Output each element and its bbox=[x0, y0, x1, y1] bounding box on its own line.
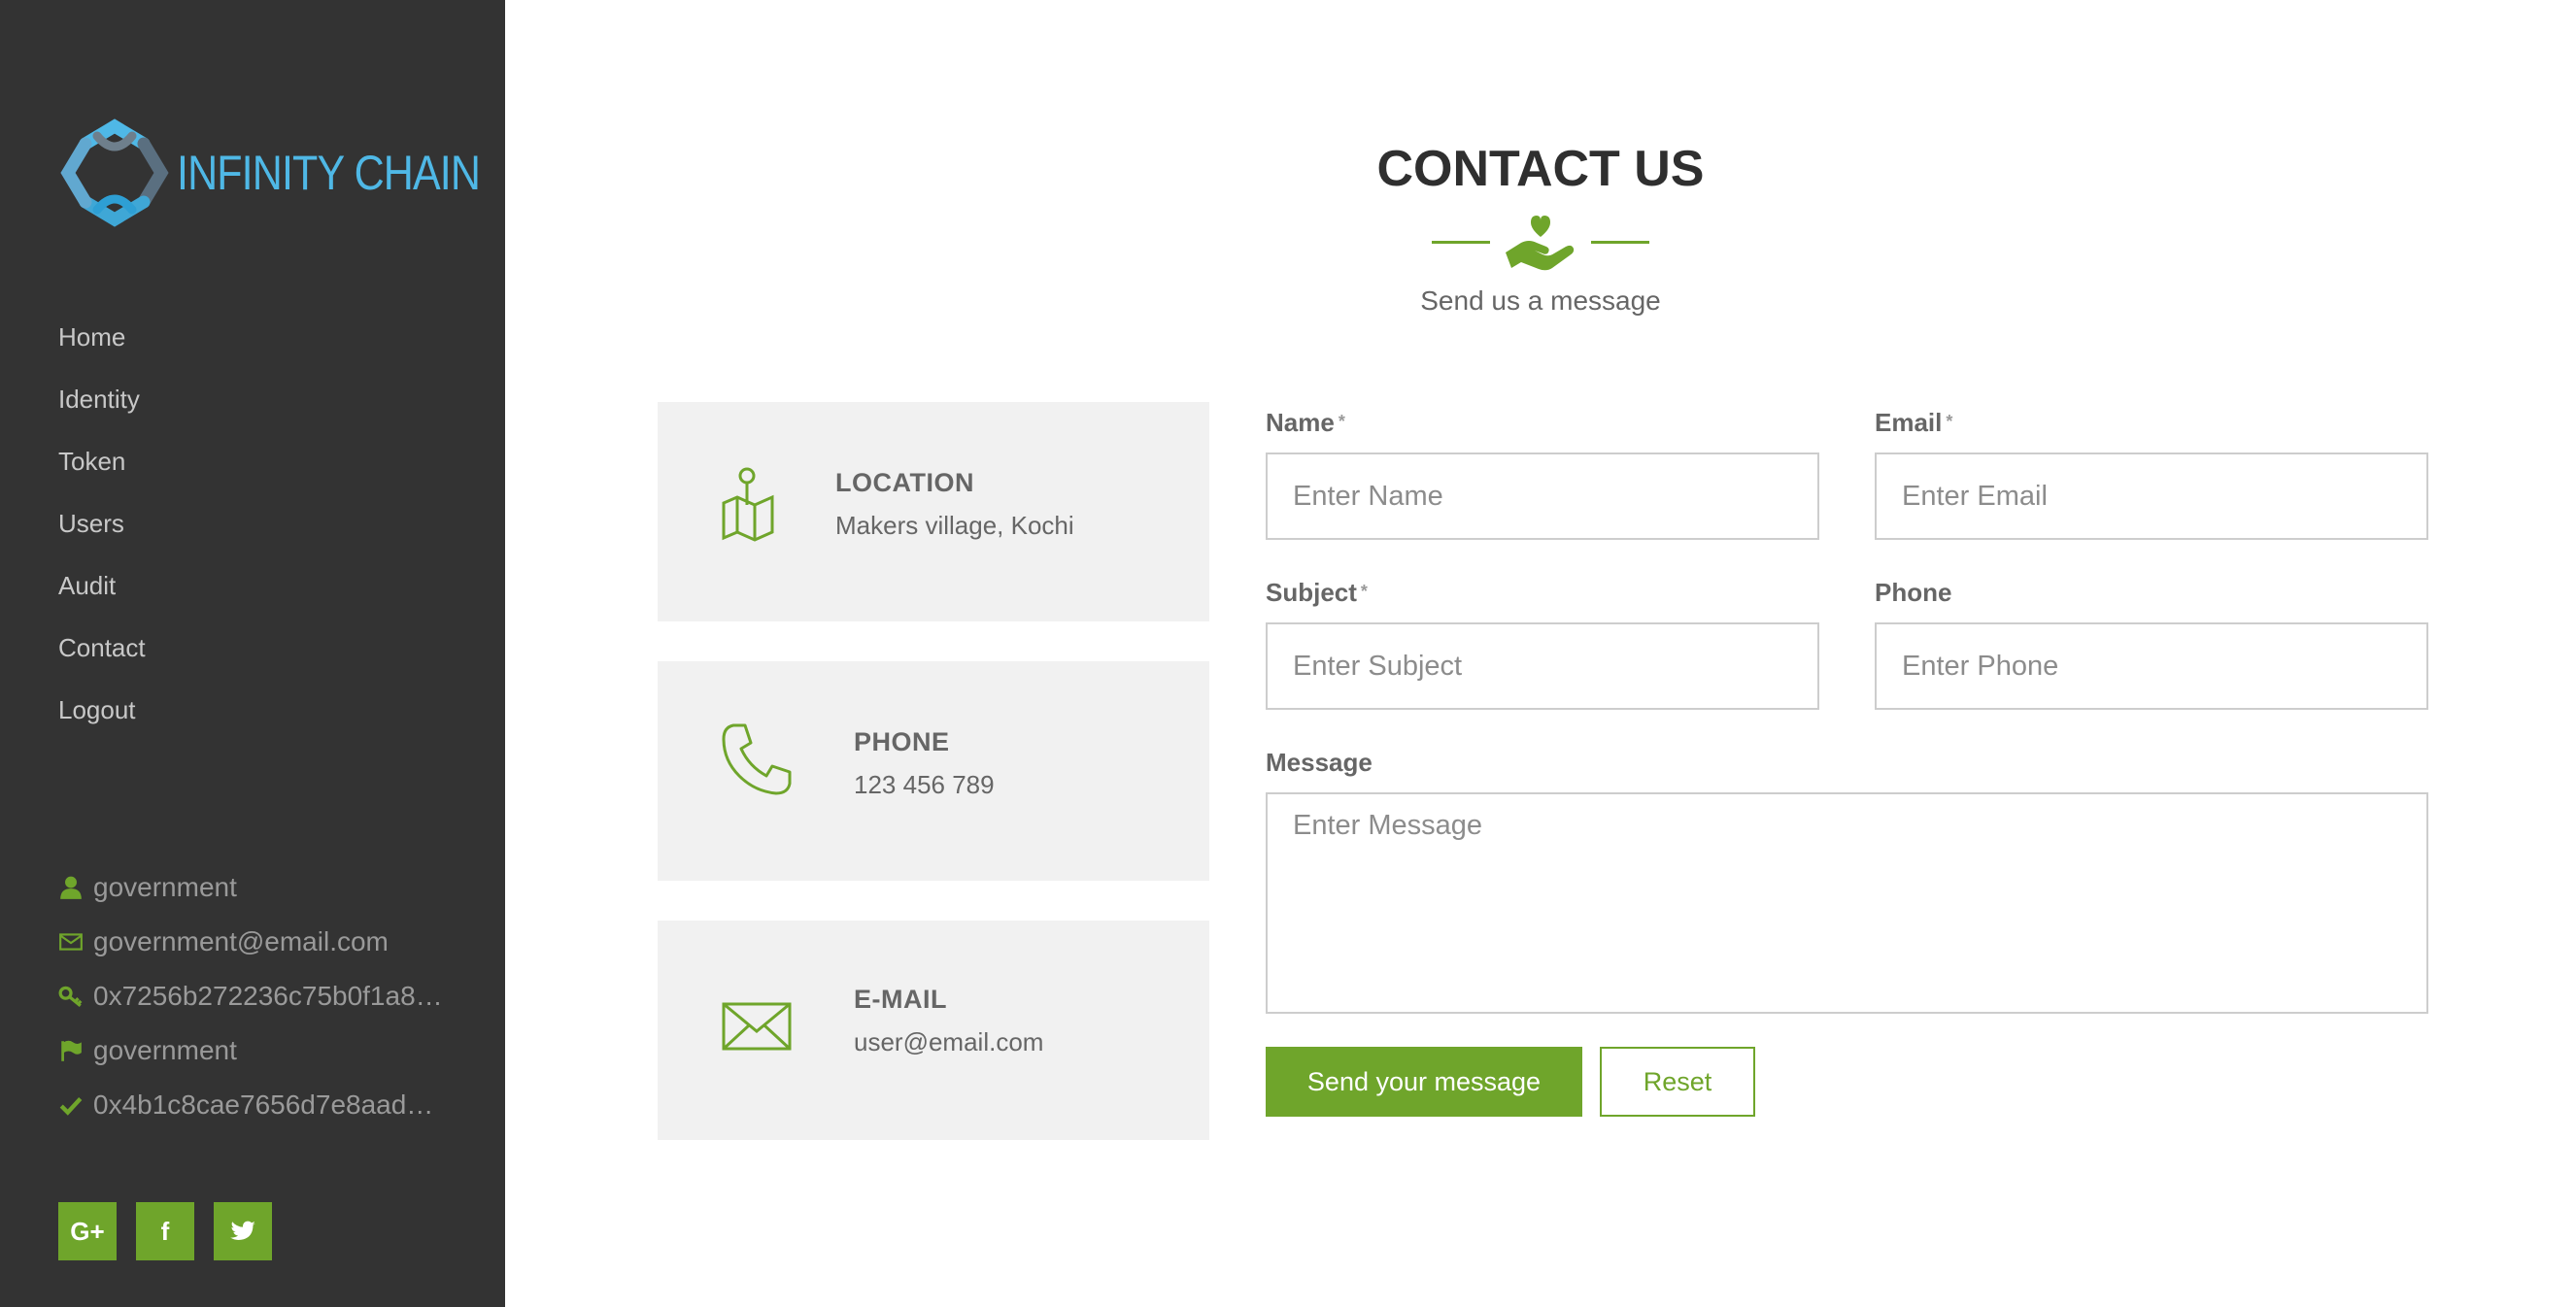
nav-item-home[interactable]: Home bbox=[58, 317, 146, 379]
envelope-icon bbox=[58, 929, 84, 955]
email-label: Email * bbox=[1875, 408, 1952, 438]
subject-input[interactable] bbox=[1266, 622, 1819, 710]
user-name-row: government bbox=[58, 860, 466, 915]
user-verified-address: 0x4b1c8cae7656d7e8aad… bbox=[93, 1089, 434, 1120]
location-card: LOCATION Makers village, Kochi bbox=[658, 402, 1209, 621]
message-label: Message bbox=[1266, 748, 1373, 778]
page-subtitle: Send us a message bbox=[1420, 285, 1661, 316]
sidebar: INFINITY CHAIN Home Identity Token Users… bbox=[0, 0, 505, 1307]
location-value: Makers village, Kochi bbox=[835, 511, 1074, 540]
divider-line-left bbox=[1432, 240, 1490, 244]
subject-label: Subject * bbox=[1266, 578, 1368, 608]
infinity-logo-icon bbox=[60, 118, 169, 227]
divider-line-right bbox=[1591, 240, 1649, 244]
facebook-button[interactable]: f bbox=[136, 1202, 194, 1260]
name-label: Name * bbox=[1266, 408, 1345, 438]
user-role-row: government bbox=[58, 1023, 466, 1078]
email-value: user@email.com bbox=[854, 1027, 1044, 1056]
location-title: LOCATION bbox=[835, 468, 974, 497]
subject-required-mark: * bbox=[1360, 582, 1368, 601]
name-label-text: Name bbox=[1266, 408, 1335, 437]
phone-value: 123 456 789 bbox=[854, 770, 995, 799]
send-message-button[interactable]: Send your message bbox=[1266, 1047, 1582, 1117]
user-key-row: 0x7256b272236c75b0f1a8… bbox=[58, 969, 466, 1023]
nav-item-users[interactable]: Users bbox=[58, 503, 146, 565]
nav-item-contact[interactable]: Contact bbox=[58, 627, 146, 689]
main-content: CONTACT US Send us a message LOCATION Ma… bbox=[505, 0, 2576, 1307]
message-textarea[interactable] bbox=[1266, 792, 2428, 1014]
name-input[interactable] bbox=[1266, 452, 1819, 540]
key-icon bbox=[58, 984, 84, 1009]
brand-logo[interactable]: INFINITY CHAIN bbox=[56, 115, 529, 231]
twitter-icon bbox=[230, 1221, 255, 1240]
name-required-mark: * bbox=[1338, 412, 1345, 431]
user-verified-row: 0x4b1c8cae7656d7e8aad… bbox=[58, 1078, 466, 1132]
reset-button[interactable]: Reset bbox=[1600, 1047, 1755, 1117]
nav-item-logout[interactable]: Logout bbox=[58, 689, 146, 752]
sidebar-nav: Home Identity Token Users Audit Contact … bbox=[58, 317, 146, 752]
email-required-mark: * bbox=[1946, 412, 1953, 431]
email-card: E-MAIL user@email.com bbox=[658, 921, 1209, 1140]
nav-item-audit[interactable]: Audit bbox=[58, 565, 146, 627]
user-email: government@email.com bbox=[93, 926, 389, 956]
user-icon bbox=[58, 875, 84, 900]
user-name: government bbox=[93, 872, 237, 902]
user-info-panel: government government@email.com 0x7256b2… bbox=[58, 860, 466, 1132]
google-plus-button[interactable]: G+ bbox=[58, 1202, 117, 1260]
google-plus-icon: G+ bbox=[70, 1216, 105, 1246]
user-email-row: government@email.com bbox=[58, 915, 466, 969]
envelope-icon bbox=[722, 1002, 792, 1051]
nav-item-token[interactable]: Token bbox=[58, 441, 146, 503]
social-links: G+ f bbox=[58, 1202, 272, 1260]
facebook-icon: f bbox=[160, 1216, 170, 1246]
phone-title: PHONE bbox=[854, 727, 950, 756]
map-icon bbox=[722, 467, 774, 542]
user-key: 0x7256b272236c75b0f1a8… bbox=[93, 981, 443, 1011]
phone-icon bbox=[722, 723, 792, 795]
flag-icon bbox=[58, 1038, 84, 1063]
brand-name: INFINITY CHAIN bbox=[177, 146, 481, 200]
email-label-text: Email bbox=[1875, 408, 1943, 437]
phone-label: Phone bbox=[1875, 578, 1951, 608]
user-role: government bbox=[93, 1035, 237, 1065]
email-title: E-MAIL bbox=[854, 985, 947, 1014]
email-input[interactable] bbox=[1875, 452, 2428, 540]
phone-input[interactable] bbox=[1875, 622, 2428, 710]
title-divider bbox=[505, 208, 2576, 276]
nav-item-identity[interactable]: Identity bbox=[58, 379, 146, 441]
message-label-text: Message bbox=[1266, 748, 1373, 777]
twitter-button[interactable] bbox=[214, 1202, 272, 1260]
subject-label-text: Subject bbox=[1266, 578, 1357, 607]
phone-card: PHONE 123 456 789 bbox=[658, 661, 1209, 881]
hand-heart-icon bbox=[1506, 216, 1575, 271]
page-title: CONTACT US bbox=[1376, 141, 1705, 197]
page-heading: CONTACT US bbox=[505, 140, 2576, 198]
phone-label-text: Phone bbox=[1875, 578, 1952, 607]
check-icon bbox=[58, 1092, 84, 1118]
